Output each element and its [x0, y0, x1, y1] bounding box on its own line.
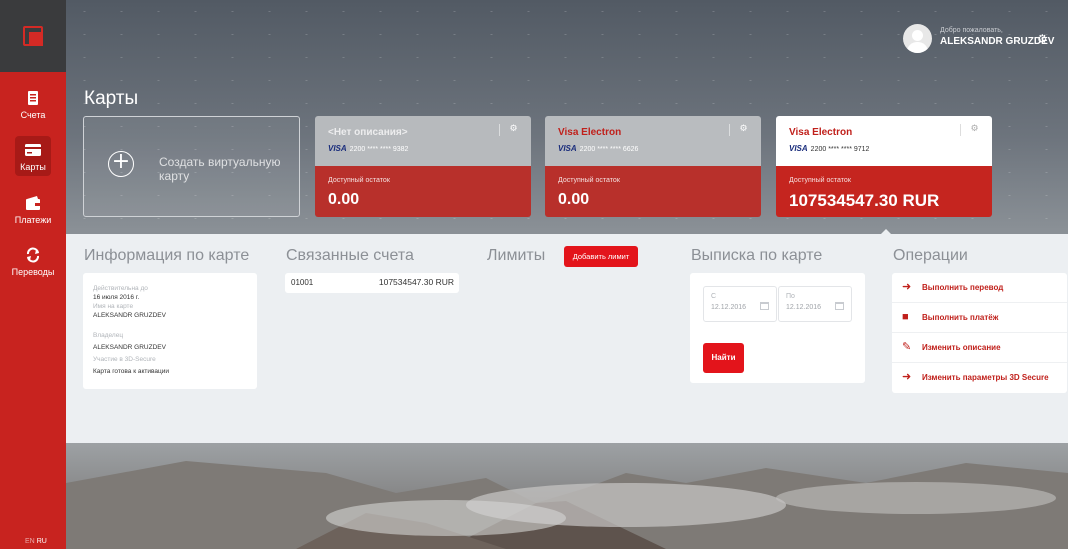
op-make-payment[interactable]: ■ Выполнить платёж	[892, 303, 1067, 333]
visa-logo: VISA	[328, 144, 347, 153]
info-value: 16 июля 2016 г.	[93, 294, 140, 301]
info-key: Действительна до	[93, 285, 148, 292]
date-from-field[interactable]: С 12.12.2016	[703, 286, 777, 322]
card-tile[interactable]: <Нет описания> VISA 2200 **** **** 9382 ⚙…	[315, 116, 531, 217]
settings-gear-icon[interactable]: ⚙	[1037, 33, 1049, 45]
cards-icon	[25, 144, 41, 156]
sidebar-item-label: Счета	[20, 110, 46, 120]
info-key: Участие в 3D-Secure	[93, 356, 156, 363]
card-name: Visa Electron	[558, 127, 622, 138]
wallet-icon: ■	[902, 311, 909, 323]
linked-account-row[interactable]: 01001 107534547.30 RUR	[285, 273, 459, 293]
date-from-value: 12.12.2016	[711, 304, 747, 311]
sidebar-item-cards[interactable]: Карты	[0, 136, 66, 188]
info-value: ALEKSANDR GRUZDEV	[93, 344, 166, 351]
date-from-label: С	[711, 293, 717, 300]
lang-en[interactable]: EN	[25, 538, 35, 545]
available-balance-label: Доступный остаток	[328, 177, 390, 184]
logo-area	[0, 0, 66, 72]
card-settings-icon[interactable]: ⚙	[499, 124, 521, 136]
info-value: ALEKSANDR GRUZDEV	[93, 312, 166, 319]
info-value: Карта готова к активации	[93, 368, 169, 375]
mountain-illustration	[66, 461, 1068, 549]
find-button[interactable]: Найти	[703, 343, 744, 373]
statement-title: Выписка по карте	[691, 247, 823, 264]
op-edit-description[interactable]: ✎ Изменить описание	[892, 333, 1067, 363]
accounts-icon	[28, 91, 38, 105]
card-number: VISA 2200 **** **** 9712	[789, 144, 870, 153]
transfer-icon	[27, 247, 39, 263]
plus-circle-icon: +	[108, 151, 134, 177]
selected-card-caret	[880, 229, 892, 235]
available-balance-label: Доступный остаток	[558, 177, 620, 184]
sidebar-item-accounts[interactable]: Счета	[0, 88, 66, 136]
op-label: Изменить описание	[922, 343, 1001, 352]
op-label: Выполнить платёж	[922, 313, 999, 322]
welcome-text: Добро пожаловать,	[940, 27, 1003, 34]
sidebar-item-label: Переводы	[11, 267, 55, 277]
avatar[interactable]	[903, 24, 932, 53]
card-number: VISA 2200 **** **** 6626	[558, 144, 639, 153]
add-limit-button[interactable]: Добавить лимит	[564, 246, 638, 267]
statement-box: С 12.12.2016 По 12.12.2016 Найти	[690, 273, 865, 383]
linked-accounts-title: Связанные счета	[286, 247, 414, 264]
wallet-icon	[26, 196, 40, 210]
page-title: Карты	[84, 88, 139, 109]
available-balance-label: Доступный остаток	[789, 177, 851, 184]
card-name: Visa Electron	[789, 127, 853, 138]
lang-ru[interactable]: RU	[37, 538, 47, 545]
card-info-title: Информация по карте	[84, 247, 250, 264]
pencil-icon: ✎	[902, 341, 912, 353]
card-number: VISA 2200 **** **** 9382	[328, 144, 409, 153]
visa-logo: VISA	[789, 144, 808, 153]
account-number: 01001	[291, 278, 314, 287]
account-balance: 107534547.30 RUR	[378, 277, 454, 287]
card-info-box: Действительна до 16 июля 2016 г. Имя на …	[83, 273, 257, 389]
info-key: Имя на карте	[93, 303, 134, 310]
operations-list: ➜ Выполнить перевод ■ Выполнить платёж ✎…	[892, 273, 1067, 393]
card-tile[interactable]: Visa Electron VISA 2200 **** **** 6626 ⚙ …	[545, 116, 761, 217]
sidebar-item-transfers[interactable]: Переводы	[0, 245, 66, 293]
op-label: Изменить параметры 3D Secure	[922, 373, 1049, 382]
card-settings-icon[interactable]: ⚙	[960, 124, 982, 136]
language-switcher: EN RU	[25, 538, 47, 545]
limits-title: Лимиты	[487, 247, 546, 264]
arrow-right-icon: ➜	[902, 371, 912, 383]
op-3d-secure[interactable]: ➜ Изменить параметры 3D Secure	[892, 363, 1067, 393]
bank-logo[interactable]	[23, 26, 43, 46]
card-settings-icon[interactable]: ⚙	[729, 124, 751, 136]
card-balance: 0.00	[558, 191, 590, 208]
card-name: <Нет описания>	[328, 127, 408, 138]
op-label: Выполнить перевод	[922, 283, 1004, 292]
sidebar-item-label: Карты	[20, 162, 46, 172]
date-to-label: По	[786, 293, 795, 300]
create-card-label: Создать виртуальную карту	[159, 155, 281, 183]
calendar-icon[interactable]	[760, 302, 769, 310]
operations-title: Операции	[893, 247, 968, 264]
sidebar-item-label: Платежи	[14, 215, 52, 225]
arrow-right-icon: ➜	[902, 281, 912, 293]
visa-logo: VISA	[558, 144, 577, 153]
create-virtual-card-button[interactable]: + Создать виртуальную карту	[83, 116, 300, 217]
card-balance: 107534547.30 RUR	[789, 191, 940, 210]
info-key: Владелец	[93, 332, 124, 339]
card-balance: 0.00	[328, 191, 360, 208]
sidebar-item-payments[interactable]: Платежи	[0, 193, 66, 241]
date-to-field[interactable]: По 12.12.2016	[778, 286, 852, 322]
op-make-transfer[interactable]: ➜ Выполнить перевод	[892, 273, 1067, 303]
calendar-icon[interactable]	[835, 302, 844, 310]
date-to-value: 12.12.2016	[786, 304, 822, 311]
card-tile-selected[interactable]: Visa Electron VISA 2200 **** **** 9712 ⚙ …	[776, 116, 992, 217]
sidebar: Счета Карты Платежи Переводы EN RU	[0, 0, 66, 549]
